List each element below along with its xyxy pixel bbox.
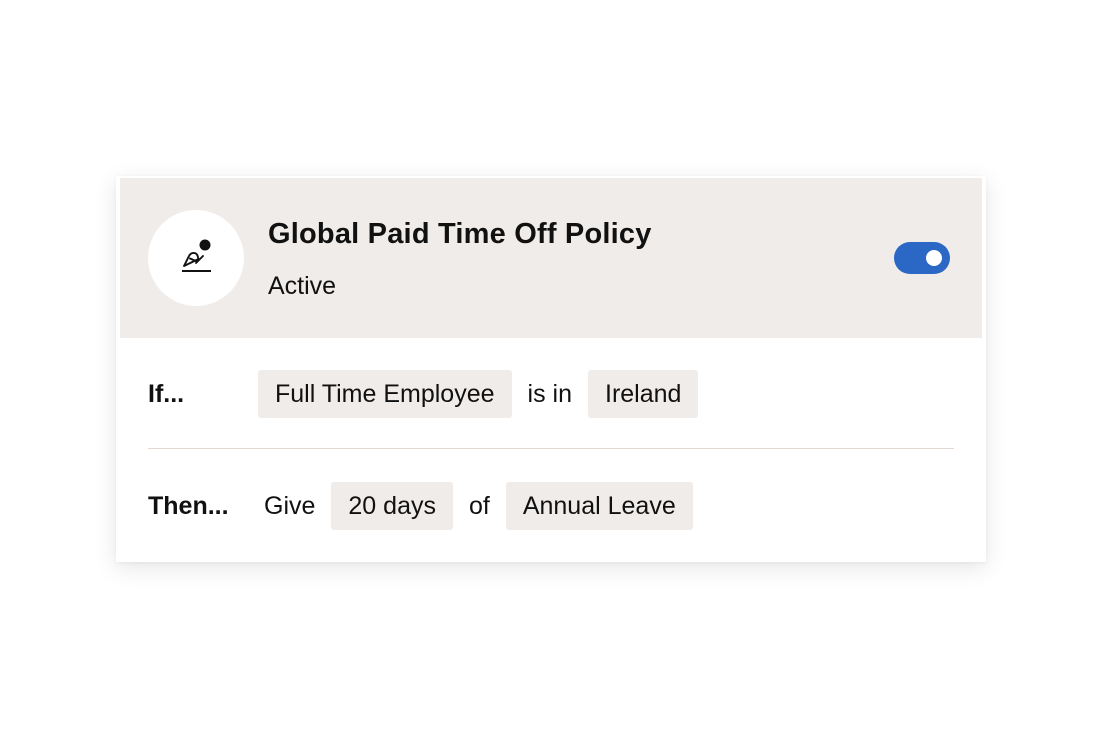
policy-status: Active [268, 272, 337, 300]
toggle-knob [926, 250, 942, 266]
action-leave-type-chip[interactable]: Annual Leave [505, 482, 693, 530]
condition-row: If... Full Time Employee is in Ireland [148, 370, 699, 418]
policy-avatar [148, 210, 244, 306]
condition-subject-chip[interactable]: Full Time Employee [258, 370, 512, 418]
action-row: Then... Give 20 days of Annual Leave [148, 482, 693, 530]
action-connector: of [468, 491, 490, 520]
leave-person-icon [182, 239, 211, 272]
condition-operator: is in [527, 379, 572, 408]
policy-header: Global Paid Time Off Policy Active [120, 178, 982, 338]
policy-title: Global Paid Time Off Policy [268, 218, 652, 250]
condition-label: If... [148, 379, 185, 408]
action-amount-chip[interactable]: 20 days [331, 482, 453, 530]
page: Global Paid Time Off Policy Active If...… [0, 0, 1104, 736]
action-verb: Give [264, 491, 316, 520]
condition-value-chip[interactable]: Ireland [588, 370, 699, 418]
policy-card: Global Paid Time Off Policy Active If...… [116, 176, 986, 562]
action-label: Then... [148, 491, 229, 520]
policy-active-toggle[interactable] [894, 242, 950, 274]
divider [148, 448, 954, 449]
